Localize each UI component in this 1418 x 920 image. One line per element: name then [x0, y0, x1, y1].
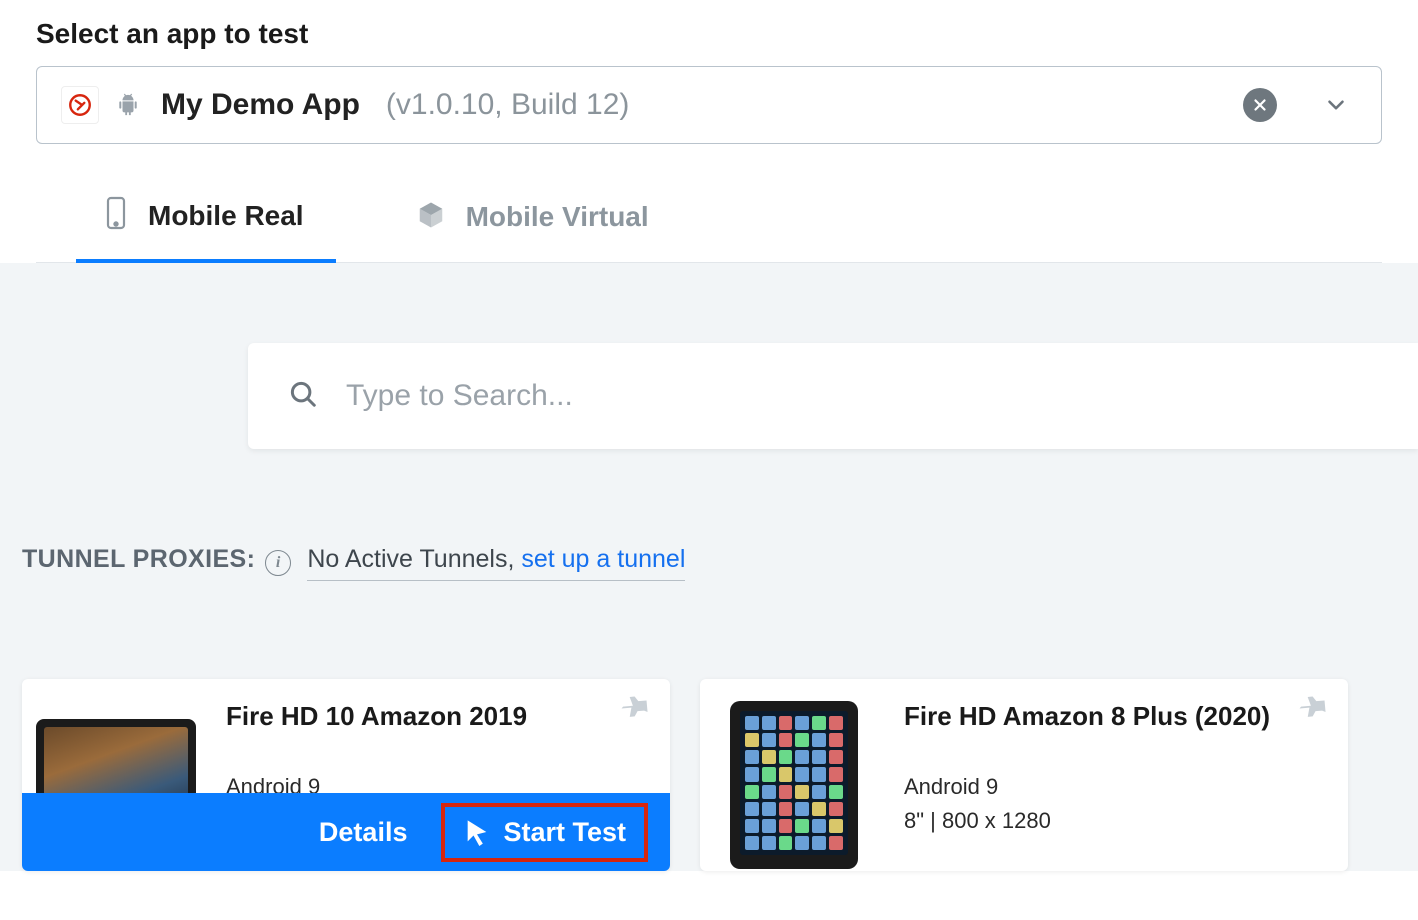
tunnel-proxies-row: TUNNEL PROXIES: i No Active Tunnels, set…: [0, 449, 1418, 581]
page-title: Select an app to test: [36, 18, 1382, 50]
cube-icon: [416, 200, 446, 235]
clear-selection-button[interactable]: [1243, 88, 1277, 122]
tunnel-status-text: No Active Tunnels,: [307, 545, 514, 573]
tab-label: Mobile Real: [148, 200, 304, 232]
cursor-icon: [463, 818, 491, 846]
tunnel-proxies-label: TUNNEL PROXIES: i: [22, 545, 291, 574]
selected-app-version: (v1.0.10, Build 12): [386, 88, 629, 122]
tab-mobile-virtual[interactable]: Mobile Virtual: [416, 184, 649, 262]
search-icon: [288, 379, 318, 414]
device-card[interactable]: Fire HD 10 Amazon 2019 Android 9 Details: [22, 679, 670, 871]
device-card[interactable]: Fire HD Amazon 8 Plus (2020) Android 9 8…: [700, 679, 1348, 871]
device-title: Fire HD Amazon 8 Plus (2020): [904, 701, 1332, 732]
device-thumbnail: [700, 679, 888, 871]
device-action-bar: Details Start Test: [22, 793, 670, 871]
pin-icon[interactable]: [624, 693, 652, 721]
tab-mobile-real[interactable]: Mobile Real: [76, 184, 336, 263]
device-type-tabs: Mobile Real Mobile Virtual: [36, 184, 1382, 263]
android-icon: [117, 92, 139, 118]
search-input[interactable]: [346, 379, 1418, 413]
tab-label: Mobile Virtual: [466, 201, 649, 233]
device-search-box[interactable]: [248, 343, 1418, 449]
setup-tunnel-link[interactable]: set up a tunnel: [521, 545, 685, 573]
app-selector-dropdown[interactable]: My Demo App (v1.0.10, Build 12): [36, 66, 1382, 144]
app-logo-icon: [61, 86, 99, 124]
chevron-down-icon[interactable]: [1323, 92, 1349, 118]
device-title: Fire HD 10 Amazon 2019: [226, 701, 654, 732]
selected-app-name: My Demo App: [161, 88, 360, 122]
device-os: Android 9: [904, 774, 1332, 800]
start-test-button[interactable]: Start Test: [441, 803, 648, 862]
device-resolution: 8" | 800 x 1280: [904, 808, 1332, 834]
details-button[interactable]: Details: [319, 817, 408, 848]
phone-icon: [104, 196, 128, 235]
pin-icon[interactable]: [1302, 693, 1330, 721]
info-icon[interactable]: i: [265, 550, 291, 576]
